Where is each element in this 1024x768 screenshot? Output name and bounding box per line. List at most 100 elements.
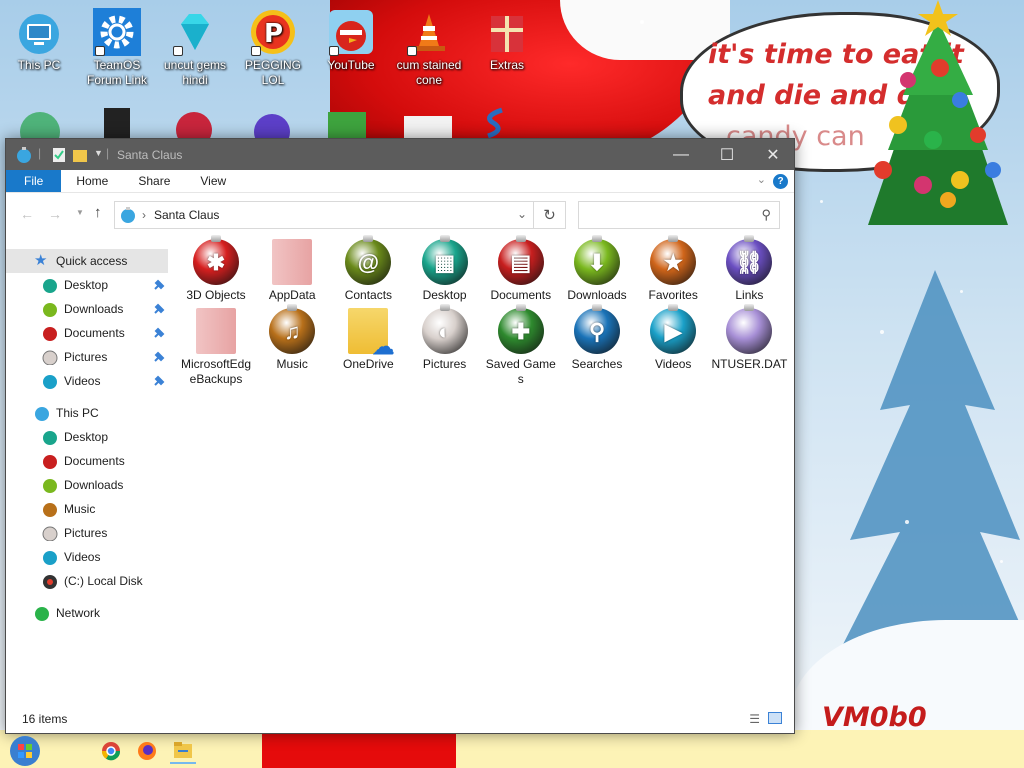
recycle-bin-icon[interactable] bbox=[16, 106, 64, 140]
nav-qa-desktop[interactable]: Desktop bbox=[6, 273, 168, 297]
large-icons-view-icon[interactable] bbox=[768, 712, 782, 724]
forward-arrow-icon[interactable]: → bbox=[48, 206, 62, 222]
tab-view[interactable]: View bbox=[185, 170, 241, 192]
recent-locations-icon[interactable]: ▼ bbox=[76, 208, 84, 217]
breadcrumb-santa-claus[interactable]: Santa Claus bbox=[154, 208, 219, 222]
tab-file[interactable]: File bbox=[6, 170, 62, 192]
qat-divider: | bbox=[38, 146, 42, 160]
up-arrow-icon[interactable]: ↑ bbox=[94, 204, 102, 221]
close-icon: ✕ bbox=[766, 146, 780, 164]
documents-ornament-icon bbox=[43, 455, 57, 469]
nav-qa-documents[interactable]: Documents bbox=[6, 321, 168, 345]
address-dropdown-icon[interactable]: ⌄ bbox=[517, 207, 527, 221]
nav-pc-pictures[interactable]: Pictures bbox=[6, 521, 168, 545]
search-input[interactable]: ⚲ bbox=[578, 201, 780, 229]
diamond-icon bbox=[171, 8, 219, 56]
snake-icon[interactable] bbox=[480, 106, 514, 140]
desktop-icon-pegging[interactable]: P PEGGING LOL bbox=[234, 8, 312, 88]
desktop-icon-cone[interactable]: cum stained cone bbox=[390, 8, 468, 88]
hex-editor-icon[interactable] bbox=[404, 112, 452, 140]
pin-icon[interactable] bbox=[152, 326, 166, 340]
svg-text:P: P bbox=[264, 19, 283, 49]
file-item[interactable]: ▦ Desktop bbox=[407, 235, 483, 303]
nav-network[interactable]: Network bbox=[6, 601, 168, 625]
nav-label: Documents bbox=[64, 326, 125, 340]
nav-pc-downloads[interactable]: Downloads bbox=[6, 473, 168, 497]
file-item[interactable]: ▤ Documents bbox=[483, 235, 559, 303]
file-item[interactable]: @ Contacts bbox=[330, 235, 406, 303]
nav-this-pc[interactable]: This PC bbox=[6, 401, 168, 425]
refresh-button[interactable]: ↻ bbox=[534, 201, 566, 229]
expand-ribbon-icon[interactable]: ⌄ bbox=[757, 173, 766, 186]
monitor-icon bbox=[15, 8, 63, 56]
file-item[interactable]: ⚲ Searches bbox=[559, 304, 635, 372]
file-item[interactable]: ▶ Videos bbox=[635, 304, 711, 372]
desktop-icon-this-pc[interactable]: This PC bbox=[0, 8, 78, 73]
nav-qa-videos[interactable]: Videos bbox=[6, 369, 168, 393]
file-glyph: ◐ bbox=[437, 318, 452, 344]
minimize-button[interactable]: — bbox=[658, 139, 704, 170]
desktop-icon-extras[interactable]: Extras bbox=[468, 8, 546, 73]
ornament-desktop-icon[interactable] bbox=[250, 106, 294, 140]
file-item[interactable]: AppData bbox=[254, 239, 330, 303]
nav-label: Downloads bbox=[64, 478, 124, 492]
desktop-ornament-icon bbox=[43, 279, 57, 293]
file-explorer-window[interactable]: | ▼ | Santa Claus — ☐ ✕ File Home Share … bbox=[5, 138, 795, 734]
back-arrow-icon[interactable]: ← bbox=[20, 206, 34, 222]
pin-icon[interactable] bbox=[152, 278, 166, 292]
file-glyph: @ bbox=[357, 249, 380, 275]
documents-ornament-icon bbox=[43, 327, 57, 341]
shortcut-arrow-icon bbox=[95, 46, 105, 56]
navigation-pane: ★ Quick access Desktop Downloads Documen… bbox=[6, 249, 168, 709]
tab-share[interactable]: Share bbox=[123, 170, 185, 192]
pin-icon[interactable] bbox=[152, 302, 166, 316]
file-item[interactable]: ☁ OneDrive bbox=[330, 308, 406, 372]
file-item[interactable]: ♫ Music bbox=[254, 304, 330, 372]
desktop-icon-uncut-gems[interactable]: uncut gems hindi bbox=[156, 8, 234, 88]
breadcrumb-chevron-icon[interactable]: › bbox=[142, 208, 146, 222]
nav-qa-downloads[interactable]: Downloads bbox=[6, 297, 168, 321]
properties-icon[interactable] bbox=[52, 147, 66, 163]
pin-icon[interactable] bbox=[152, 374, 166, 388]
nav-pc-music[interactable]: Music bbox=[6, 497, 168, 521]
taskbar-firefox[interactable] bbox=[134, 738, 160, 764]
new-folder-icon[interactable] bbox=[72, 147, 88, 163]
file-item[interactable]: MicrosoftEdgeBackups bbox=[178, 308, 254, 387]
desktop-icon-youtube[interactable]: YouTube bbox=[312, 8, 390, 73]
nav-pc-local-disk[interactable]: (C:) Local Disk bbox=[6, 569, 168, 593]
file-glyph: ⛓ bbox=[735, 249, 764, 275]
title-bar[interactable]: | ▼ | Santa Claus — ☐ ✕ bbox=[6, 139, 794, 170]
file-item[interactable]: ✚ Saved Games bbox=[483, 304, 559, 387]
start-button[interactable] bbox=[8, 734, 42, 768]
file-item[interactable]: ✱ 3D Objects bbox=[178, 235, 254, 303]
nav-quick-access[interactable]: ★ Quick access bbox=[6, 249, 168, 273]
gear-icon bbox=[93, 8, 141, 56]
music-ornament-icon bbox=[43, 503, 57, 517]
taskbar-file-explorer[interactable] bbox=[170, 738, 196, 764]
nav-pc-videos[interactable]: Videos bbox=[6, 545, 168, 569]
tower-pc-icon[interactable] bbox=[100, 106, 134, 140]
file-label: Downloads bbox=[567, 288, 627, 302]
nav-pc-desktop[interactable]: Desktop bbox=[6, 425, 168, 449]
qat-dropdown-icon[interactable]: ▼ bbox=[94, 148, 103, 158]
file-item[interactable]: ⛓ Links bbox=[711, 235, 787, 303]
maximize-button[interactable]: ☐ bbox=[704, 139, 750, 170]
ornament-desktop-icon[interactable] bbox=[172, 106, 216, 140]
csharp-icon[interactable] bbox=[326, 110, 368, 140]
nav-qa-pictures[interactable]: Pictures bbox=[6, 345, 168, 369]
close-button[interactable]: ✕ bbox=[750, 139, 796, 170]
desktop-icon-teamos[interactable]: TeamOS Forum Link bbox=[78, 8, 156, 88]
nav-label: Pictures bbox=[64, 526, 108, 540]
taskbar-chrome[interactable] bbox=[98, 738, 124, 764]
address-bar[interactable]: › Santa Claus ⌄ bbox=[114, 201, 534, 229]
nav-pc-documents[interactable]: Documents bbox=[6, 449, 168, 473]
file-item[interactable]: ◐ Pictures bbox=[407, 304, 483, 372]
pin-icon[interactable] bbox=[152, 350, 166, 364]
file-item[interactable]: NTUSER.DAT bbox=[711, 304, 787, 372]
help-icon[interactable]: ? bbox=[773, 174, 788, 189]
tab-home[interactable]: Home bbox=[61, 170, 123, 192]
details-view-icon[interactable]: ☰ bbox=[749, 712, 760, 726]
file-item[interactable]: ⬇ Downloads bbox=[559, 235, 635, 303]
nav-label: (C:) Local Disk bbox=[64, 574, 143, 588]
file-item[interactable]: ★ Favorites bbox=[635, 235, 711, 303]
